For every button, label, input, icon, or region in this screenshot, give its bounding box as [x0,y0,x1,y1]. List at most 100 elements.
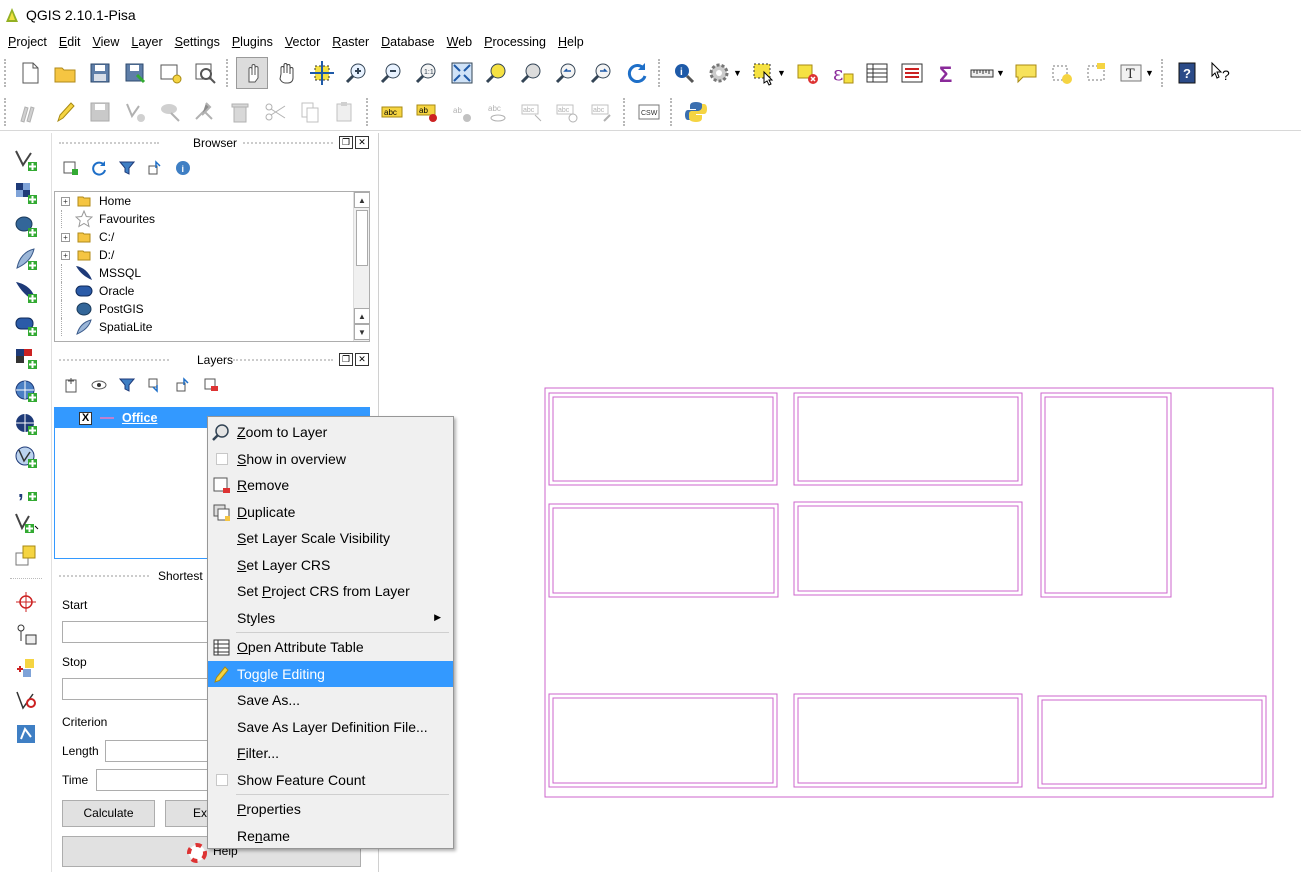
toolbar-grip[interactable] [658,58,662,87]
menu-item-properties[interactable]: Properties [208,796,453,823]
zoom-next-button[interactable] [586,57,618,89]
menu-layer[interactable]: Layer [125,35,168,49]
collapse-all-layers-button[interactable] [173,376,193,394]
menu-vector[interactable]: Vector [279,35,326,49]
menu-item-rename[interactable]: Re n ame [208,823,453,850]
add-selected-layers-button[interactable] [61,159,81,177]
close-panel-button[interactable]: ✕ [355,136,369,149]
metasearch-button[interactable]: CSW [633,96,665,128]
menu-item-styles[interactable]: Styles ▶ [208,605,453,632]
copy-features-button[interactable] [294,96,326,128]
topology-checker-button[interactable] [10,684,42,717]
highlight-pinned-labels-button[interactable]: ab [411,96,443,128]
new-print-composer-button[interactable] [154,57,186,89]
georeferencer-button[interactable] [10,618,42,651]
dock-grip[interactable] [59,359,169,361]
chevron-down-icon[interactable]: ▼ [996,68,1005,78]
open-attribute-table-button[interactable] [861,57,893,89]
zoom-to-layer-button[interactable] [516,57,548,89]
chevron-down-icon[interactable]: ▼ [777,68,786,78]
open-project-button[interactable] [49,57,81,89]
refresh-browser-button[interactable] [89,159,109,177]
add-delimited-text-layer-button[interactable]: , [10,473,42,506]
menu-item-show-in-overview[interactable]: Show in overview [208,446,453,473]
show-hide-labels-button[interactable]: abc [481,96,513,128]
menu-database[interactable]: Database [375,35,441,49]
add-wfs-layer-button[interactable] [10,440,42,473]
select-by-expression-button[interactable]: ε [826,57,858,89]
python-console-button[interactable] [680,96,712,128]
menu-item-toggle-editing[interactable]: Toggle Editing [208,660,453,687]
geometry-checker-button[interactable] [10,717,42,750]
scroll-up-icon[interactable]: ▲ [354,192,369,208]
browser-item-home[interactable]: + Home [55,192,369,210]
filter-browser-button[interactable] [117,159,137,177]
gps-tool-button[interactable] [10,585,42,618]
add-virtual-layer-button[interactable] [10,539,42,572]
scroll-down-icon[interactable]: ▼ [354,324,369,340]
map-canvas[interactable] [378,133,1301,872]
select-features-button[interactable] [747,57,779,89]
close-panel-button[interactable]: ✕ [355,353,369,366]
toolbar-grip[interactable] [226,58,230,87]
refresh-button[interactable] [621,57,653,89]
toolbar-grip[interactable] [4,97,8,126]
change-label-button[interactable]: abc [586,96,618,128]
move-label-button[interactable]: abc [516,96,548,128]
add-postgis-layer-button[interactable] [10,209,42,242]
zoom-native-button[interactable]: 1:1 [411,57,443,89]
new-project-button[interactable] [14,57,46,89]
add-vector-layer-button[interactable] [10,143,42,176]
toolbar-grip[interactable] [670,97,674,126]
current-edits-button[interactable] [14,96,46,128]
menu-item-open-attribute-table[interactable]: Open Attribute Table [208,634,453,661]
toolbar-grip[interactable] [1161,58,1165,87]
new-layer-button[interactable] [10,506,42,539]
menu-web[interactable]: Web [441,35,478,49]
browser-item-favourites[interactable]: Favourites [55,210,369,228]
menu-item-set-layer-scale-visibility[interactable]: Set Layer Scale Visibility [208,525,453,552]
pin-labels-button[interactable]: ab [446,96,478,128]
menu-item-save-as[interactable]: Save As... [208,687,453,714]
expand-icon[interactable]: + [61,232,70,242]
pan-map-button[interactable] [271,57,303,89]
expand-icon[interactable]: + [61,196,70,206]
zoom-out-button[interactable] [376,57,408,89]
map-tips-button[interactable] [1010,57,1042,89]
float-panel-button[interactable]: ❐ [339,136,353,149]
menu-item-show-feature-count[interactable]: Show Feature Count [208,767,453,794]
zoom-full-button[interactable] [446,57,478,89]
move-feature-button[interactable] [154,96,186,128]
float-panel-button[interactable]: ❐ [339,353,353,366]
deselect-all-button[interactable] [791,57,823,89]
scroll-up-icon[interactable]: ▲ [354,308,369,324]
calculate-button[interactable]: Calculate [62,800,155,827]
add-db2-layer-button[interactable] [10,341,42,374]
zoom-last-button[interactable] [551,57,583,89]
add-wcs-layer-button[interactable] [10,407,42,440]
menu-processing[interactable]: Processing [478,35,552,49]
new-bookmark-button[interactable] [1045,57,1077,89]
measure-line-button[interactable] [966,57,998,89]
menu-item-save-as-layer-definition[interactable]: Save As Layer Definition File... [208,714,453,741]
text-annotation-button[interactable]: T [1115,57,1147,89]
toggle-editing-button[interactable] [49,96,81,128]
add-group-button[interactable] [61,376,81,394]
collapse-all-button[interactable] [145,159,165,177]
run-feature-action-button[interactable] [703,57,735,89]
menu-item-remove[interactable]: Remove [208,472,453,499]
menu-plugins[interactable]: Plugins [226,35,279,49]
remove-layer-button[interactable] [201,376,221,394]
add-oracle-layer-button[interactable] [10,308,42,341]
dock-grip[interactable] [59,142,159,144]
toolbar-grip[interactable] [366,97,370,126]
whats-this-button[interactable]: ? [1206,57,1238,89]
browser-scrollbar[interactable]: ▲ ▲ ▼ [353,192,369,341]
menu-raster[interactable]: Raster [326,35,375,49]
layer-visibility-checkbox[interactable]: X [79,411,92,425]
expand-all-button[interactable] [145,376,165,394]
menu-settings[interactable]: Settings [169,35,226,49]
identify-features-button[interactable]: i [668,57,700,89]
properties-button[interactable]: i [173,159,193,177]
node-tool-button[interactable] [189,96,221,128]
